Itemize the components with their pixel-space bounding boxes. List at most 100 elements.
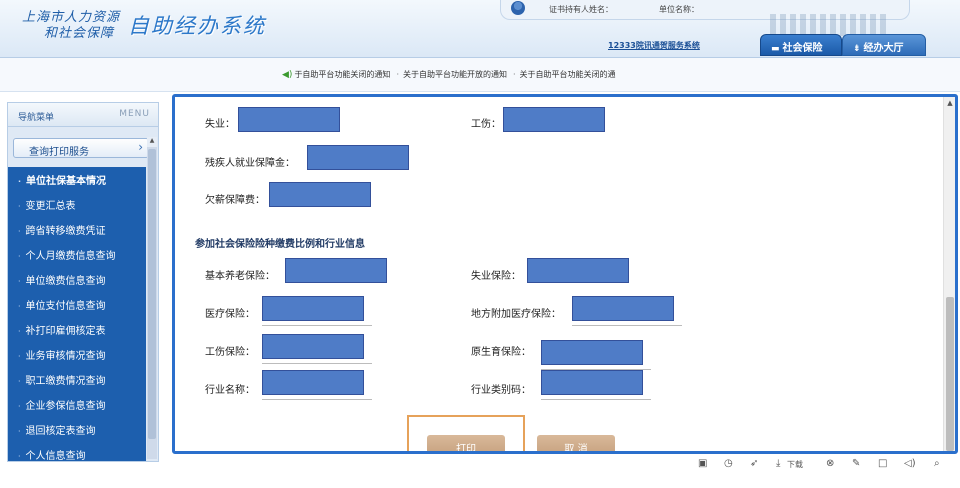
bottom-toolbar: ▣ ◷ ➶ ⤓ 下载 ⊗ ✎ □ ◁) ⌕ <box>690 458 960 476</box>
sidebar-item-label: 跨省转移缴费凭证 <box>25 226 106 237</box>
sidebar-item[interactable]: · 跨省转移缴费凭证 <box>8 217 146 242</box>
certificate-holder-label: 证书持有人姓名： <box>549 5 613 14</box>
sidebar-item[interactable]: · 单位社保基本情况 <box>8 167 146 192</box>
sidebar-item[interactable]: · 业务审核情况查询 <box>8 342 146 367</box>
field-label-maternity: 原生育保险： <box>471 347 531 358</box>
tab-service-hall[interactable]: ⇟ 经办大厅 <box>842 34 926 56</box>
field-value-work-injury <box>503 107 605 132</box>
sidebar-item[interactable]: · 单位支付信息查询 <box>8 292 146 317</box>
field-label-work-injury-insurance: 工伤保险： <box>205 347 255 358</box>
sidebar-scrollbar[interactable]: ▲ <box>147 137 157 459</box>
sidebar-item[interactable]: · 变更汇总表 <box>8 192 146 217</box>
bullet-icon: · <box>18 252 21 261</box>
search-icon[interactable]: ⌕ <box>934 458 940 469</box>
field-label-industry-name: 行业名称： <box>205 385 255 396</box>
field-underline <box>262 325 372 326</box>
field-label-medical: 医疗保险： <box>205 309 255 320</box>
service-system-link[interactable]: 12333院讯通贺服务系统 <box>608 40 700 51</box>
field-value-unemployment <box>238 107 340 132</box>
sidebar-item[interactable]: · 个人月缴费信息查询 <box>8 242 146 267</box>
sidebar-menu-label: MENU <box>119 109 150 119</box>
field-label-local-medical: 地方附加医疗保险： <box>471 309 561 320</box>
logo-line2: 和社会保障 <box>44 26 115 41</box>
notice-separator: · <box>396 70 399 79</box>
link-icon[interactable]: ⊗ <box>826 458 834 469</box>
field-label-pension: 基本养老保险： <box>205 271 275 282</box>
scroll-up-icon[interactable]: ▲ <box>147 137 157 147</box>
brush-icon[interactable]: ✎ <box>852 458 860 469</box>
bullet-icon: · <box>18 202 21 211</box>
bullet-icon: · <box>18 377 21 386</box>
sidebar-item[interactable]: · 单位缴费信息查询 <box>8 267 146 292</box>
bullet-icon: · <box>18 352 21 361</box>
sidebar-item[interactable]: · 职工缴费情况查询 <box>8 367 146 392</box>
field-value-wage-guarantee <box>269 182 371 207</box>
sidebar-item-label: 职工缴费情况查询 <box>25 376 106 387</box>
notice-link-1[interactable]: 于自助平台功能关闭的通知 <box>294 70 390 79</box>
sidebar-section-label: 查询打印服务 <box>29 147 89 158</box>
sidebar-scroll-thumb[interactable] <box>148 149 156 439</box>
app-header: 上海市人力资源 和社会保障 自助经办系统 证书持有人姓名： 单位名称： 1233… <box>0 0 960 58</box>
main-scroll-thumb[interactable] <box>946 297 954 451</box>
history-icon[interactable]: ◷ <box>724 458 733 469</box>
speaker-volume-icon[interactable]: ◁) <box>904 458 916 469</box>
image-icon[interactable]: ▣ <box>698 458 707 469</box>
print-button[interactable]: 打印 <box>427 435 505 451</box>
navigation-sidebar: 导航菜单 MENU 查询打印服务 › ▲ · 单位社保基本情况 · 变更汇总表 · 跨… <box>7 102 159 462</box>
field-value-work-injury-insurance <box>262 334 364 359</box>
field-label-industry-code: 行业类别码： <box>471 385 531 396</box>
field-value-unemployment-insurance <box>527 258 629 283</box>
field-value-local-medical <box>572 296 674 321</box>
tab-hall-icon: ⇟ <box>853 44 861 54</box>
app-title: 自助经办系统 <box>128 14 266 38</box>
download-icon[interactable]: ⤓ <box>776 458 780 469</box>
tab-social-insurance[interactable]: ▬ 社会保险 <box>760 34 842 56</box>
field-label-unemployment-insurance: 失业保险： <box>471 271 521 282</box>
sidebar-item[interactable]: · 补打印雇佣核定表 <box>8 317 146 342</box>
notice-bar: ◀) 于自助平台功能关闭的通知 · 关于自助平台功能开放的通知 · 关于自助平台功能关闭的… <box>0 58 960 92</box>
sidebar-title: 导航菜单 <box>18 113 55 123</box>
user-icon <box>511 1 525 15</box>
sidebar-item-label: 个人信息查询 <box>25 451 86 461</box>
field-value-industry-name <box>262 370 364 395</box>
sidebar-item-label: 单位支付信息查询 <box>25 301 106 312</box>
sidebar-item-label: 企业参保信息查询 <box>25 401 106 412</box>
sidebar-item[interactable]: · 个人信息查询 <box>8 442 146 461</box>
bullet-icon: · <box>18 327 21 336</box>
notice-link-2[interactable]: 关于自助平台功能开放的通知 <box>403 70 507 79</box>
download-label[interactable]: 下载 <box>787 459 803 470</box>
unit-name-label: 单位名称： <box>659 5 699 14</box>
sidebar-item[interactable]: · 退回核定表查询 <box>8 417 146 442</box>
tab-hall-label: 经办大厅 <box>863 43 904 54</box>
chevron-right-icon: › <box>138 140 143 154</box>
notice-link-3[interactable]: 关于自助平台功能关闭的通 <box>520 70 616 79</box>
speaker-icon: ◀) <box>282 70 293 80</box>
field-underline <box>262 399 372 400</box>
field-value-pension <box>285 258 387 283</box>
sidebar-item-label: 个人月缴费信息查询 <box>25 251 116 262</box>
main-scrollbar[interactable]: ▲ <box>943 97 955 451</box>
cancel-button[interactable]: 取 消 <box>537 435 615 451</box>
sidebar-section-query-print[interactable]: 查询打印服务 › <box>13 138 149 158</box>
skyline-decoration <box>770 14 890 36</box>
field-label-unemployment: 失业： <box>205 119 235 130</box>
field-label-wage-guarantee: 欠薪保障费： <box>205 195 265 206</box>
sidebar-item-label: 单位缴费信息查询 <box>25 276 106 287</box>
field-value-disability-fund <box>307 145 409 170</box>
field-value-medical <box>262 296 364 321</box>
field-value-industry-code <box>541 370 643 395</box>
bullet-icon: · <box>18 177 22 186</box>
sidebar-header: 导航菜单 MENU <box>8 103 158 127</box>
field-label-disability-fund: 残疾人就业保障金： <box>205 158 295 169</box>
sidebar-item[interactable]: · 企业参保信息查询 <box>8 392 146 417</box>
field-value-maternity <box>541 340 643 365</box>
sidebar-list: · 单位社保基本情况 · 变更汇总表 · 跨省转移缴费凭证 · 个人月缴费信息查询 · 单… <box>8 167 146 461</box>
sidebar-item-label: 补打印雇佣核定表 <box>25 326 106 337</box>
scroll-up-icon[interactable]: ▲ <box>944 99 955 107</box>
sidebar-item-label: 单位社保基本情况 <box>26 176 107 187</box>
bullet-icon: · <box>18 427 21 436</box>
field-label-work-injury: 工伤： <box>471 119 501 130</box>
rocket-icon[interactable]: ➶ <box>750 458 758 469</box>
window-icon[interactable]: □ <box>878 458 887 469</box>
bullet-icon: · <box>18 277 21 286</box>
